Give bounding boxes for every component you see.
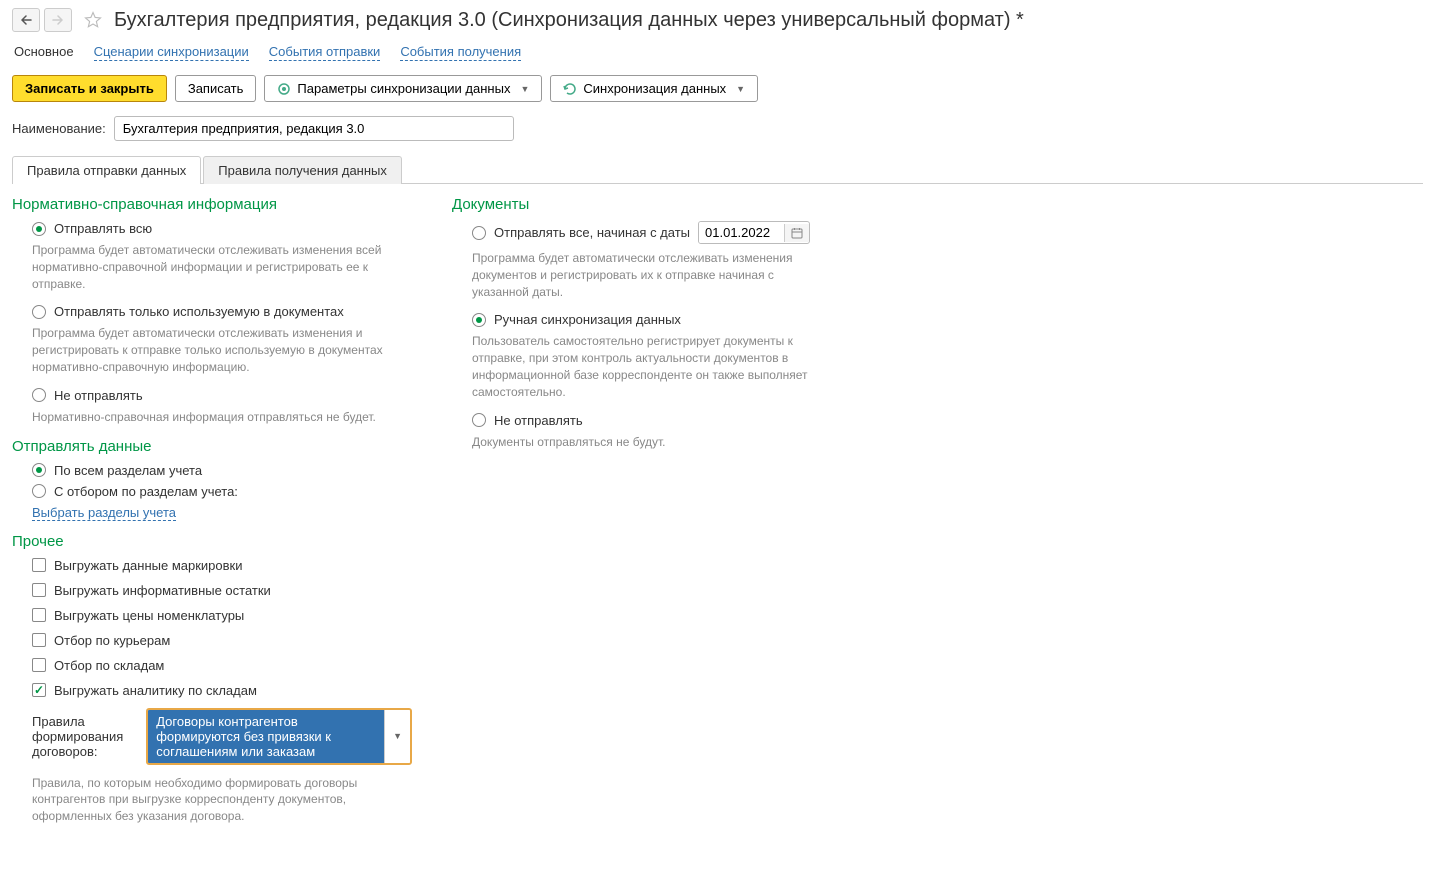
radio-label: Отправлять только используемую в докумен… [54, 304, 344, 319]
send-data-title: Отправлять данные [12, 438, 412, 455]
checkbox-export-warehouse-analytics[interactable]: Выгружать аналитику по складам [12, 683, 412, 698]
save-button[interactable]: Записать [175, 75, 257, 102]
radio-with-filter[interactable]: С отбором по разделам учета: [12, 484, 412, 499]
inner-tabs: Правила отправки данных Правила получени… [12, 155, 1423, 184]
date-input[interactable] [699, 222, 784, 243]
contract-rules-row: Правила формирования договоров: Договоры… [12, 708, 412, 765]
docs-send-all-from-desc: Программа будет автоматически отслеживат… [452, 250, 832, 300]
docs-no-send-desc: Документы отправляться не будут. [452, 434, 832, 451]
nsi-send-used-desc: Программа будет автоматически отслеживат… [12, 325, 392, 375]
radio-nsi-send-used[interactable]: Отправлять только используемую в докумен… [12, 304, 412, 319]
radio-all-sections[interactable]: По всем разделам учета [12, 463, 412, 478]
name-input[interactable] [114, 116, 514, 141]
radio-docs-send-all-from[interactable]: Отправлять все, начиная с даты [452, 221, 852, 244]
checkbox-icon [32, 608, 46, 622]
radio-icon [32, 463, 46, 477]
select-sections-link[interactable]: Выбрать разделы учета [32, 505, 176, 521]
sync-data-label: Синхронизация данных [583, 81, 726, 96]
checkbox-export-marking[interactable]: Выгружать данные маркировки [12, 558, 412, 573]
radio-label: Отправлять всю [54, 221, 152, 236]
nav-forward-button[interactable] [44, 8, 72, 32]
checkbox-label: Выгружать цены номенклатуры [54, 608, 244, 623]
caret-down-icon: ▼ [384, 710, 410, 763]
save-close-button[interactable]: Записать и закрыть [12, 75, 167, 102]
docs-title: Документы [452, 196, 852, 213]
nav-tab-receive-events[interactable]: События получения [400, 44, 521, 61]
sync-params-button[interactable]: Параметры синхронизации данных ▼ [264, 75, 542, 102]
checkbox-label: Выгружать информативные остатки [54, 583, 271, 598]
radio-icon [472, 313, 486, 327]
tab-receive-rules[interactable]: Правила получения данных [203, 156, 402, 184]
radio-icon [472, 413, 486, 427]
checkbox-export-info-balances[interactable]: Выгружать информативные остатки [12, 583, 412, 598]
date-picker-button[interactable] [784, 224, 809, 242]
contract-rules-label: Правила формирования договоров: [32, 714, 140, 759]
checkbox-filter-warehouses[interactable]: Отбор по складам [12, 658, 412, 673]
other-title: Прочее [12, 533, 412, 550]
checkbox-label: Отбор по курьерам [54, 633, 170, 648]
nsi-no-send-desc: Нормативно-справочная информация отправл… [12, 409, 392, 426]
name-label: Наименование: [12, 121, 106, 136]
contract-rules-desc: Правила, по которым необходимо формирова… [12, 775, 412, 825]
sync-params-label: Параметры синхронизации данных [297, 81, 510, 96]
toolbar: Записать и закрыть Записать Параметры си… [12, 75, 1423, 102]
refresh-icon [563, 82, 577, 96]
nsi-send-all-desc: Программа будет автоматически отслеживат… [12, 242, 392, 292]
radio-label: Ручная синхронизация данных [494, 312, 681, 327]
nav-tabs: Основное Сценарии синхронизации События … [12, 44, 1423, 61]
radio-nsi-send-all[interactable]: Отправлять всю [12, 221, 412, 236]
nsi-title: Нормативно-справочная информация [12, 196, 412, 213]
date-input-wrap [698, 221, 810, 244]
tab-send-rules[interactable]: Правила отправки данных [12, 156, 201, 184]
radio-icon [472, 226, 486, 240]
radio-label: С отбором по разделам учета: [54, 484, 238, 499]
checkbox-icon [32, 583, 46, 597]
radio-docs-no-send[interactable]: Не отправлять [452, 413, 852, 428]
radio-icon [32, 222, 46, 236]
radio-icon [32, 305, 46, 319]
radio-label: Отправлять все, начиная с даты [494, 225, 690, 240]
left-column: Нормативно-справочная информация Отправл… [12, 196, 412, 825]
columns-container: Нормативно-справочная информация Отправл… [12, 196, 1423, 825]
gear-sync-icon [277, 82, 291, 96]
top-bar: Бухгалтерия предприятия, редакция 3.0 (С… [12, 8, 1423, 32]
caret-down-icon: ▼ [736, 84, 745, 94]
caret-down-icon: ▼ [520, 84, 529, 94]
page-title: Бухгалтерия предприятия, редакция 3.0 (С… [114, 9, 1024, 32]
contract-rules-select[interactable]: Договоры контрагентов формируются без пр… [146, 708, 412, 765]
docs-manual-sync-desc: Пользователь самостоятельно регистрирует… [452, 333, 832, 400]
name-field-row: Наименование: [12, 116, 1423, 141]
checkbox-filter-couriers[interactable]: Отбор по курьерам [12, 633, 412, 648]
checkbox-label: Выгружать данные маркировки [54, 558, 243, 573]
radio-label: По всем разделам учета [54, 463, 202, 478]
radio-icon [32, 388, 46, 402]
calendar-icon [791, 227, 803, 239]
radio-nsi-no-send[interactable]: Не отправлять [12, 388, 412, 403]
checkbox-icon [32, 633, 46, 647]
checkbox-icon [32, 658, 46, 672]
right-column: Документы Отправлять все, начиная с даты… [452, 196, 852, 825]
checkbox-export-prices[interactable]: Выгружать цены номенклатуры [12, 608, 412, 623]
nav-tab-send-events[interactable]: События отправки [269, 44, 381, 61]
checkbox-label: Выгружать аналитику по складам [54, 683, 257, 698]
checkbox-label: Отбор по складам [54, 658, 164, 673]
nav-back-button[interactable] [12, 8, 40, 32]
favorite-star-icon[interactable] [82, 9, 104, 31]
radio-label: Не отправлять [494, 413, 583, 428]
radio-icon [32, 484, 46, 498]
contract-rules-value: Договоры контрагентов формируются без пр… [148, 710, 384, 763]
checkbox-icon [32, 683, 46, 697]
nav-tab-scenarios[interactable]: Сценарии синхронизации [94, 44, 249, 61]
radio-docs-manual-sync[interactable]: Ручная синхронизация данных [452, 312, 852, 327]
checkbox-icon [32, 558, 46, 572]
nav-tab-main[interactable]: Основное [14, 44, 74, 61]
sync-data-button[interactable]: Синхронизация данных ▼ [550, 75, 758, 102]
radio-label: Не отправлять [54, 388, 143, 403]
